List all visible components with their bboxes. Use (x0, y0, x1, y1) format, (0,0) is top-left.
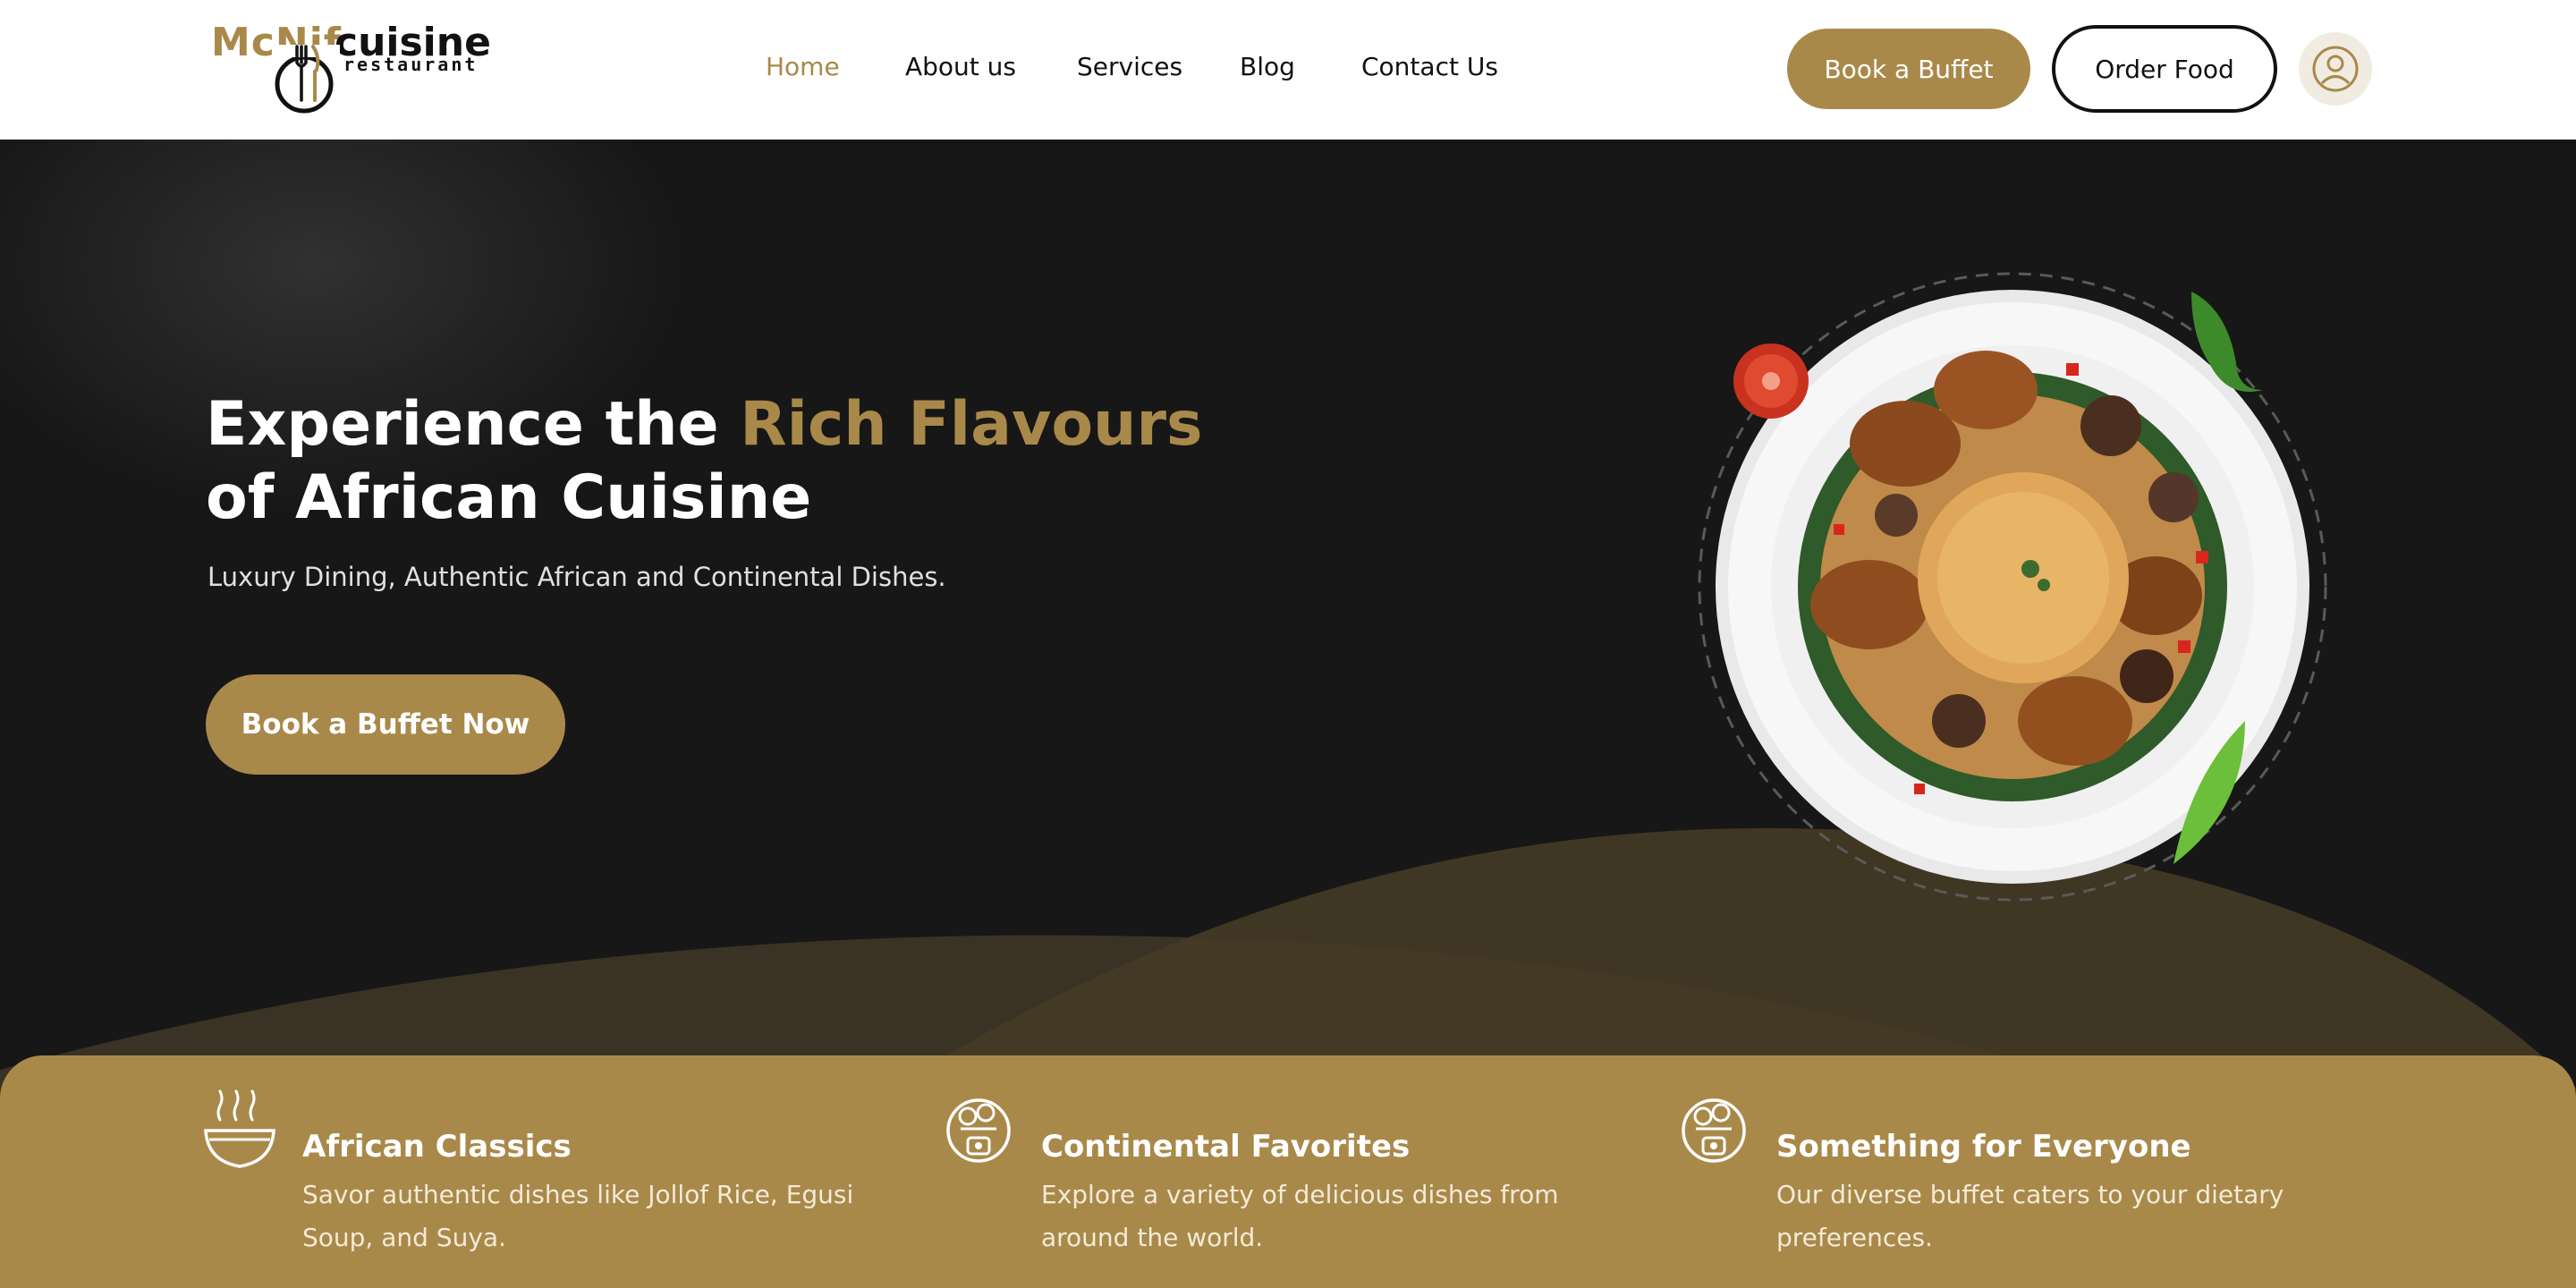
feature-title: African Classics (302, 1129, 572, 1165)
book-buffet-now-button[interactable]: Book a Buffet Now (206, 674, 565, 775)
nav-item-home[interactable]: Home (766, 52, 840, 81)
feature-description: Our diverse buffet caters to your dietar… (1776, 1180, 2284, 1252)
fork-knife-emblem-icon (272, 45, 340, 114)
book-buffet-button[interactable]: Book a Buffet (1787, 29, 2030, 109)
nav-item-about[interactable]: About us (905, 52, 1016, 81)
nav-item-services[interactable]: Services (1077, 52, 1182, 81)
feature-description: Savor authentic dishes like Jollof Rice,… (302, 1180, 854, 1252)
user-circle-icon (2312, 46, 2359, 92)
features-panel: African Classics Savor authentic dishes … (0, 1055, 2576, 1288)
nav-item-contact[interactable]: Contact Us (1361, 52, 1498, 81)
jollof-rice-plate-image (1698, 272, 2327, 902)
hero-title-part1: Experience the (206, 389, 741, 460)
logo-tagline: restaurant (343, 54, 479, 75)
site-header: McNif cuisine restaurant Home About us S… (0, 0, 2576, 140)
feature-title: Continental Favorites (1041, 1129, 1411, 1165)
order-food-button[interactable]: Order Food (2052, 25, 2277, 113)
feature-title: Something for Everyone (1776, 1129, 2191, 1165)
hero-title-part2: of African Cuisine (206, 462, 812, 533)
nav-item-blog[interactable]: Blog (1240, 52, 1295, 81)
food-platter-icon (946, 1098, 1011, 1163)
hero-subtitle: Luxury Dining, Authentic African and Con… (208, 562, 946, 592)
hero-title: Experience the Rich Flavours of African … (206, 388, 1279, 535)
feature-description: Explore a variety of delicious dishes fr… (1041, 1180, 1559, 1252)
brand-logo[interactable]: McNif cuisine restaurant (208, 20, 491, 118)
food-platter-icon (1682, 1098, 1746, 1163)
soup-bowl-icon (204, 1089, 275, 1168)
hero-title-accent: Rich Flavours (740, 389, 1203, 460)
profile-button[interactable] (2299, 32, 2372, 106)
